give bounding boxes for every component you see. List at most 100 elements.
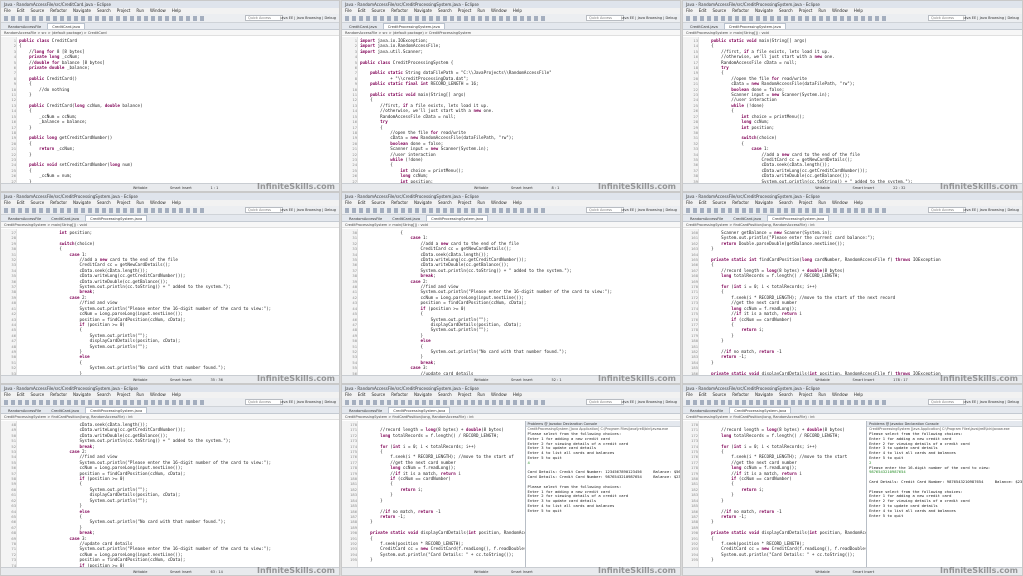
breadcrumb[interactable]: CreditProcessingSystem > findCardPositio…	[683, 222, 1022, 228]
perspective-switcher[interactable]: Java EE | Java Browsing | Debug	[963, 15, 1019, 22]
menu-navigate[interactable]: Navigate	[755, 200, 773, 205]
menu-refactor[interactable]: Refactor	[391, 392, 408, 397]
menu-help[interactable]: Help	[854, 8, 863, 13]
menu-run[interactable]: Run	[477, 8, 485, 13]
menu-navigate[interactable]: Navigate	[73, 8, 91, 13]
menu-run[interactable]: Run	[818, 8, 826, 13]
breadcrumb[interactable]: RandomAccessFile > src > (default packag…	[1, 30, 339, 36]
menu-edit[interactable]: Edit	[358, 200, 366, 205]
menu-refactor[interactable]: Refactor	[732, 200, 749, 205]
menu-refactor[interactable]: Refactor	[50, 200, 67, 205]
menu-help[interactable]: Help	[172, 8, 181, 13]
menu-navigate[interactable]: Navigate	[414, 8, 432, 13]
console-view[interactable]: Problems @ Javadoc Declaration Console Cr…	[524, 421, 680, 567]
menu-file[interactable]: File	[4, 392, 11, 397]
menu-edit[interactable]: Edit	[358, 392, 366, 397]
source-code[interactable]: { case 1: //add a new card to the end of…	[360, 230, 678, 375]
menu-file[interactable]: File	[4, 200, 11, 205]
source-code[interactable]: public static void main(String[] args) {…	[701, 38, 1020, 183]
quick-access-input[interactable]: Quick Access	[245, 399, 283, 405]
console-output[interactable]: Please select from the following choices…	[867, 431, 1022, 518]
quick-access-input[interactable]: Quick Access	[586, 15, 624, 21]
editor-tab[interactable]: CreditProcessingSystem.java	[382, 23, 445, 29]
editor-tab[interactable]: CreditProcessingSystem.java	[85, 407, 148, 413]
menu-refactor[interactable]: Refactor	[391, 8, 408, 13]
quick-access-input[interactable]: Quick Access	[928, 207, 966, 213]
editor-tab[interactable]: CreditProcessingSystem.java	[729, 407, 792, 413]
menu-project[interactable]: Project	[117, 8, 131, 13]
toolbar-icons[interactable]	[345, 400, 545, 405]
menu-help[interactable]: Help	[513, 392, 522, 397]
menu-refactor[interactable]: Refactor	[50, 8, 67, 13]
menu-search[interactable]: Search	[438, 8, 452, 13]
menu-refactor[interactable]: Refactor	[50, 392, 67, 397]
source-code[interactable]: //record length = long(8 bytes) + double…	[701, 422, 866, 563]
menu-project[interactable]: Project	[117, 200, 131, 205]
perspective-switcher[interactable]: Java EE | Java Browsing | Debug	[280, 15, 336, 22]
breadcrumb[interactable]: CreditProcessingSystem > main(String[]) …	[683, 30, 1022, 36]
menu-search[interactable]: Search	[779, 8, 793, 13]
menu-help[interactable]: Help	[513, 8, 522, 13]
menu-window[interactable]: Window	[832, 8, 848, 13]
menu-search[interactable]: Search	[438, 392, 452, 397]
source-code[interactable]: //record length = long(8 bytes) + double…	[360, 422, 524, 563]
menu-window[interactable]: Window	[150, 200, 166, 205]
menu-window[interactable]: Window	[832, 200, 848, 205]
menu-navigate[interactable]: Navigate	[414, 392, 432, 397]
code-editor[interactable]: 1 2 3 4 5 6 7 8 9 10 11 12 13 14 15 16 1…	[1, 37, 339, 183]
menu-run[interactable]: Run	[136, 392, 144, 397]
menu-help[interactable]: Help	[513, 200, 522, 205]
toolbar-icons[interactable]	[686, 400, 886, 405]
menu-navigate[interactable]: Navigate	[73, 392, 91, 397]
toolbar-icons[interactable]	[4, 16, 204, 21]
menu-window[interactable]: Window	[150, 8, 166, 13]
menu-search[interactable]: Search	[97, 8, 111, 13]
perspective-switcher[interactable]: Java EE | Java Browsing | Debug	[280, 399, 336, 406]
menu-window[interactable]: Window	[491, 8, 507, 13]
code-editor[interactable]: 48 49 50 51 52 53 54 55 56 57 58 59 60 6…	[1, 421, 339, 567]
menu-edit[interactable]: Edit	[17, 8, 25, 13]
menu-edit[interactable]: Edit	[17, 200, 25, 205]
menu-help[interactable]: Help	[172, 392, 181, 397]
menu-file[interactable]: File	[686, 8, 693, 13]
menu-edit[interactable]: Edit	[17, 392, 25, 397]
menu-file[interactable]: File	[345, 200, 352, 205]
menu-project[interactable]: Project	[799, 8, 813, 13]
toolbar-icons[interactable]	[345, 208, 545, 213]
source-code[interactable]: cData.seek(cData.length()); cData.writeL…	[19, 422, 337, 567]
breadcrumb[interactable]: CreditProcessingSystem > findCardPositio…	[342, 414, 680, 420]
menu-source[interactable]: Source	[371, 8, 385, 13]
editor-tab[interactable]: CreditProcessingSystem.java	[426, 215, 489, 221]
menu-window[interactable]: Window	[491, 392, 507, 397]
menu-source[interactable]: Source	[30, 392, 44, 397]
breadcrumb[interactable]: CreditProcessingSystem > findCardPositio…	[683, 414, 1022, 420]
source-code[interactable]: int position; switch(choice) { case 1: /…	[19, 230, 337, 375]
menu-help[interactable]: Help	[854, 200, 863, 205]
menu-source[interactable]: Source	[30, 8, 44, 13]
code-editor[interactable]: 13 14 15 16 17 18 19 20 21 22 23 24 25 2…	[683, 37, 1022, 183]
menu-source[interactable]: Source	[371, 392, 385, 397]
menu-navigate[interactable]: Navigate	[755, 392, 773, 397]
perspective-switcher[interactable]: Java EE | Java Browsing | Debug	[280, 207, 336, 214]
toolbar-icons[interactable]	[686, 208, 886, 213]
toolbar-icons[interactable]	[686, 16, 886, 21]
menu-run[interactable]: Run	[818, 392, 826, 397]
menu-source[interactable]: Source	[712, 392, 726, 397]
toolbar-icons[interactable]	[345, 16, 545, 21]
menu-window[interactable]: Window	[832, 392, 848, 397]
menu-refactor[interactable]: Refactor	[732, 8, 749, 13]
menu-project[interactable]: Project	[799, 200, 813, 205]
editor-tab[interactable]: CreditProcessingSystem.java	[723, 23, 786, 29]
breadcrumb[interactable]: RandomAccessFile > src > (default packag…	[342, 30, 680, 36]
menu-project[interactable]: Project	[458, 200, 472, 205]
toolbar-icons[interactable]	[4, 208, 204, 213]
code-editor[interactable]: 30 31 32 33 34 35 36 37 38 39 40 41 42 4…	[342, 229, 680, 375]
menu-navigate[interactable]: Navigate	[755, 8, 773, 13]
menu-run[interactable]: Run	[477, 200, 485, 205]
menu-run[interactable]: Run	[818, 200, 826, 205]
menu-file[interactable]: File	[686, 392, 693, 397]
editor-tab[interactable]: CreditProcessingSystem.java	[388, 407, 451, 413]
menu-source[interactable]: Source	[371, 200, 385, 205]
quick-access-input[interactable]: Quick Access	[245, 207, 283, 213]
console-output[interactable]: Please select from the following choices…	[526, 431, 680, 514]
